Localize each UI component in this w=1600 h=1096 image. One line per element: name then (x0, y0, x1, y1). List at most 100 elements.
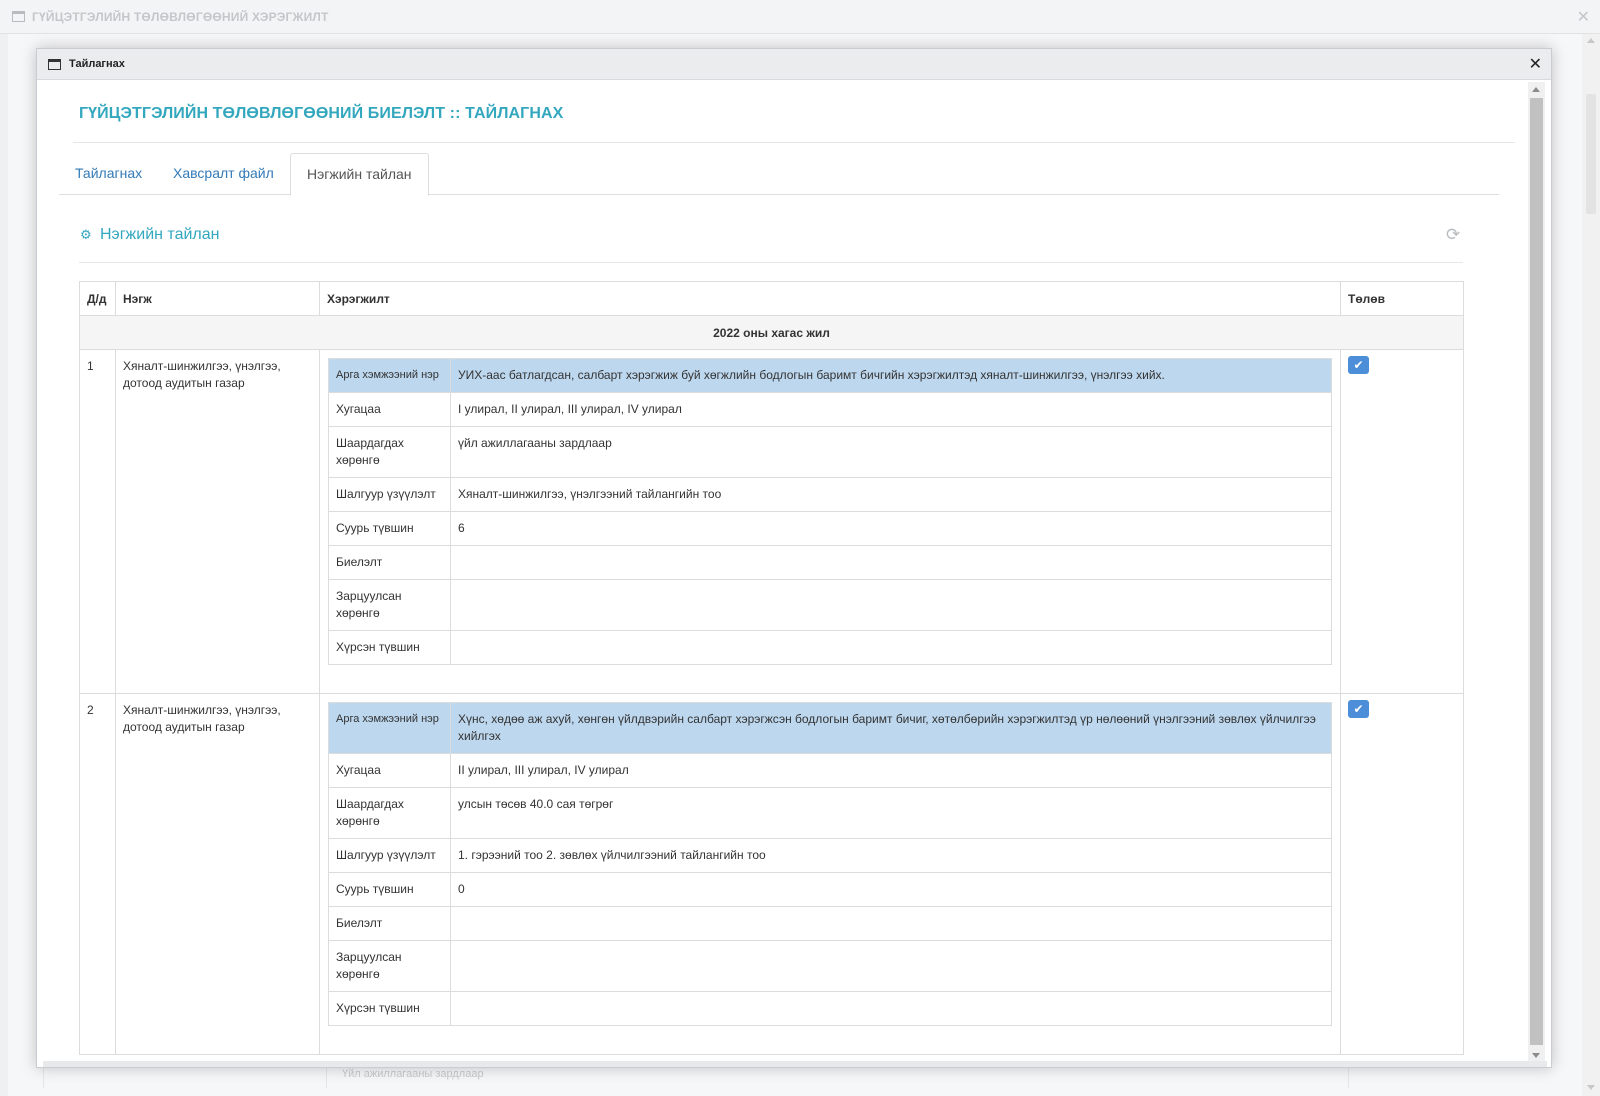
row-unit: Хяналт-шинжилгээ, үнэлгээ, дотоод аудиты… (115, 349, 320, 694)
row-index: 2 (79, 693, 116, 1055)
detail-value: улсын төсөв 40.0 сая төгрөг (450, 787, 1332, 839)
detail-value: II улирал, III улирал, IV улирал (450, 753, 1332, 788)
outer-scrollbar-thumb[interactable] (1586, 94, 1596, 214)
detail-label: Шаардагдах хөрөнгө (328, 787, 451, 839)
scroll-up-arrow-icon[interactable] (1532, 87, 1540, 92)
detail-value: I улирал, II улирал, III улирал, IV улир… (450, 392, 1332, 427)
detail-label: Суурь түвшин (328, 872, 451, 907)
dialog-bottom-border (43, 1061, 1547, 1067)
detail-row: Шаардагдах хөрөнгө улсын төсөв 40.0 сая … (328, 787, 1332, 839)
detail-value: Хяналт-шинжилгээ, үнэлгээний тайлангийн … (450, 477, 1332, 512)
status-check-button[interactable]: ✔ (1348, 700, 1369, 718)
detail-row: Шалгуур үзүүлэлт 1. гэрээний тоо 2. зөвл… (328, 838, 1332, 873)
detail-row: Хүрсэн түвшин (328, 991, 1332, 1026)
detail-label: Хүрсэн түвшин (328, 991, 451, 1026)
detail-value (450, 940, 1332, 992)
detail-row: Биелэлт (328, 906, 1332, 941)
dialog-titlebar[interactable]: Тайлагнах ✕ (37, 49, 1551, 80)
outer-window-titlebar: ГҮЙЦЭТГЭЛИЙН ТӨЛӨВЛӨГӨӨНИЙ ХЭРЭГЖИЛТ ✕ (0, 0, 1600, 34)
detail-label: Суурь түвшин (328, 511, 451, 546)
section-divider (79, 262, 1463, 263)
detail-table: Арга хэмжээний нэр УИХ-аас батлагдсан, с… (328, 358, 1332, 665)
detail-row: Хугацаа I улирал, II улирал, III улирал,… (328, 392, 1332, 427)
check-icon: ✔ (1353, 358, 1364, 372)
detail-row: Хүрсэн түвшин (328, 630, 1332, 665)
detail-label: Шалгуур үзүүлэлт (328, 477, 451, 512)
detail-row: Биелэлт (328, 545, 1332, 580)
dialog-title: Тайлагнах (69, 58, 125, 70)
detail-label: Зарцуулсан хөрөнгө (328, 579, 451, 631)
row-details: Арга хэмжээний нэр УИХ-аас батлагдсан, с… (319, 349, 1341, 694)
detail-value (450, 545, 1332, 580)
detail-value: Хүнс, хөдөө аж ахуй, хөнгөн үйлдвэрийн с… (450, 702, 1332, 754)
detail-label: Арга хэмжээний нэр (328, 358, 451, 393)
row-unit: Хяналт-шинжилгээ, үнэлгээ, дотоод аудиты… (115, 693, 320, 1055)
tab-bar: Тайлагнах Хавсралт файл Нэгжийн тайлан (59, 153, 1499, 196)
detail-value: 6 (450, 511, 1332, 546)
status-check-button[interactable]: ✔ (1348, 356, 1369, 374)
section-title-label: Нэгжийн тайлан (100, 226, 220, 243)
table-header-row: Д/д Нэгж Хэрэгжилт Төлөв (79, 281, 1464, 316)
row-status: ✔ (1340, 349, 1464, 694)
column-header-status: Төлөв (1340, 281, 1464, 316)
background-row-text: Үйл ажиллагааны зардлаар (342, 1068, 484, 1080)
window-icon (48, 59, 61, 70)
detail-row: Арга хэмжээний нэр Хүнс, хөдөө аж ахуй, … (328, 702, 1332, 754)
dialog-content: ГҮЙЦЭТГЭЛИЙН ТӨЛӨВЛӨГӨӨНИЙ БИЕЛЭЛТ :: ТА… (43, 80, 1527, 1063)
detail-label: Биелэлт (328, 545, 451, 580)
detail-row: Суурь түвшин 6 (328, 511, 1332, 546)
dialog-scrollbar[interactable] (1528, 82, 1545, 1063)
detail-row: Шалгуур үзүүлэлт Хяналт-шинжилгээ, үнэлг… (328, 477, 1332, 512)
dialog-scrollbar-thumb[interactable] (1530, 98, 1543, 1045)
group-label: 2022 оны хагас жил (79, 315, 1464, 350)
detail-value: 1. гэрээний тоо 2. зөвлөх үйлчилгээний т… (450, 838, 1332, 873)
dialog-close-icon[interactable]: ✕ (1529, 54, 1542, 74)
detail-value (450, 991, 1332, 1026)
detail-row: Зарцуулсан хөрөнгө (328, 579, 1332, 631)
page-title: ГҮЙЦЭТГЭЛИЙН ТӨЛӨВЛӨГӨӨНИЙ БИЕЛЭЛТ :: ТА… (79, 105, 564, 122)
scroll-down-arrow-icon[interactable] (1532, 1053, 1540, 1058)
outer-window-title: ГҮЙЦЭТГЭЛИЙН ТӨЛӨВЛӨГӨӨНИЙ ХЭРЭГЖИЛТ (32, 10, 329, 24)
heading-divider (73, 142, 1515, 143)
scroll-down-arrow-icon[interactable] (1587, 1085, 1595, 1090)
check-icon: ✔ (1353, 702, 1364, 716)
detail-value (450, 579, 1332, 631)
detail-value (450, 630, 1332, 665)
table-row: 2 Хяналт-шинжилгээ, үнэлгээ, дотоод ауди… (79, 693, 1464, 1055)
detail-label: Хугацаа (328, 753, 451, 788)
detail-row: Суурь түвшин 0 (328, 872, 1332, 907)
detail-label: Хугацаа (328, 392, 451, 427)
detail-value: УИХ-аас батлагдсан, салбарт хэрэгжиж буй… (450, 358, 1332, 393)
column-header-implementation: Хэрэгжилт (319, 281, 1341, 316)
tab-attachments[interactable]: Хавсралт файл (157, 153, 290, 195)
detail-label: Зарцуулсан хөрөнгө (328, 940, 451, 992)
detail-label: Шаардагдах хөрөнгө (328, 426, 451, 478)
tab-report[interactable]: Тайлагнах (59, 153, 158, 195)
table-row: 1 Хяналт-шинжилгээ, үнэлгээ, дотоод ауди… (79, 349, 1464, 694)
group-row: 2022 оны хагас жил (79, 315, 1464, 350)
detail-row: Шаардагдах хөрөнгө үйл ажиллагааны зардл… (328, 426, 1332, 478)
row-details: Арга хэмжээний нэр Хүнс, хөдөө аж ахуй, … (319, 693, 1341, 1055)
section-title: ⚙ Нэгжийн тайлан (80, 226, 219, 244)
column-header-index: Д/д (79, 281, 116, 316)
unit-report-table: Д/д Нэгж Хэрэгжилт Төлөв 2022 оны хагас … (79, 281, 1464, 1055)
detail-label: Биелэлт (328, 906, 451, 941)
refresh-icon[interactable]: ⟳ (1446, 225, 1460, 245)
scroll-up-arrow-icon[interactable] (1587, 38, 1595, 43)
gears-icon: ⚙ (80, 227, 92, 242)
outer-scrollbar[interactable] (1582, 34, 1600, 1096)
detail-row: Зарцуулсан хөрөнгө (328, 940, 1332, 992)
window-icon (12, 11, 25, 22)
row-status: ✔ (1340, 693, 1464, 1055)
detail-value: үйл ажиллагааны зардлаар (450, 426, 1332, 478)
tab-unit-report[interactable]: Нэгжийн тайлан (290, 153, 429, 196)
report-dialog: Тайлагнах ✕ ГҮЙЦЭТГЭЛИЙН ТӨЛӨВЛӨГӨӨНИЙ Б… (36, 48, 1552, 1068)
outer-close-icon[interactable]: ✕ (1577, 7, 1590, 27)
detail-value (450, 906, 1332, 941)
row-index: 1 (79, 349, 116, 694)
detail-row: Хугацаа II улирал, III улирал, IV улирал (328, 753, 1332, 788)
detail-row: Арга хэмжээний нэр УИХ-аас батлагдсан, с… (328, 358, 1332, 393)
detail-label: Арга хэмжээний нэр (328, 702, 451, 754)
detail-table: Арга хэмжээний нэр Хүнс, хөдөө аж ахуй, … (328, 702, 1332, 1026)
detail-value: 0 (450, 872, 1332, 907)
